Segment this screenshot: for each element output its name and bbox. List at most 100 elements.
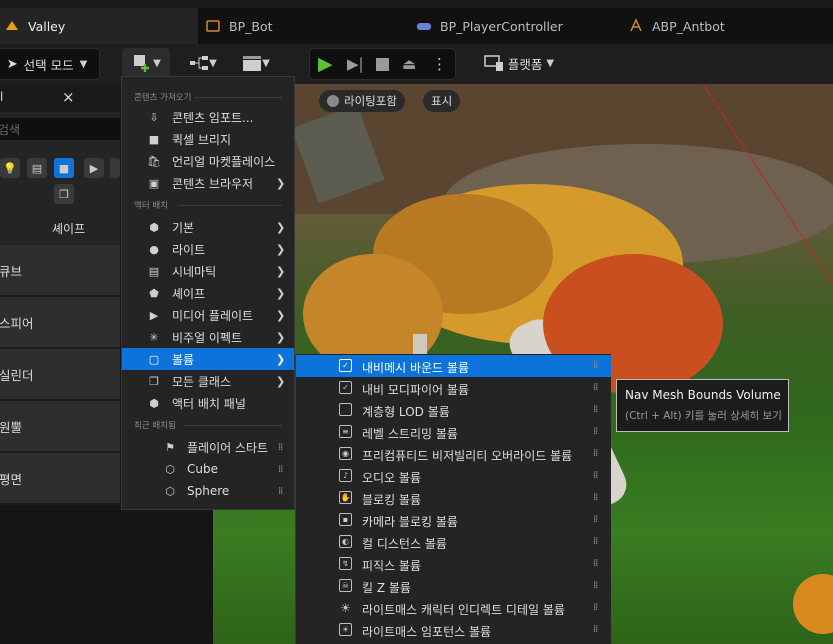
menu-item-cinematic[interactable]: ▤ 시네마틱 ❯ [122,260,294,282]
drag-handle-icon[interactable]: ⁞⁞ [593,382,598,393]
menu-item-label: 계층형 LOD 볼륨 [362,405,450,419]
list-item[interactable]: 스피어 [0,297,120,349]
drag-handle-icon[interactable]: ⁞⁞ [593,426,598,437]
menu-item-hlod-volume[interactable]: 계층형 LOD 볼륨 ⁞⁞ [296,399,611,421]
clapperboard-icon [243,56,262,71]
advance-frame-icon[interactable]: ▶| [347,55,364,73]
close-icon[interactable]: × [62,88,75,106]
menu-item-place-actors-panel[interactable]: ⬢ 액터 배치 패널 [122,392,294,414]
menu-item-sphere[interactable]: ⬡ Sphere ⁞⁞ [122,480,294,502]
quick-add-button[interactable]: ▼ [122,48,170,78]
all-classes-icon[interactable]: ❐ [54,184,74,204]
cinematics-dropdown[interactable]: ▼ [236,48,276,78]
chevron-down-icon: ▼ [153,57,161,69]
menu-item-media-plate[interactable]: ▶ 미디어 플레이트 ❯ [122,304,294,326]
menu-item-nav-modifier-volume[interactable]: ✓ 내비 모디파이어 볼륨 ⁞⁞ [296,377,611,399]
drag-handle-icon[interactable]: ⁞⁞ [593,360,598,371]
menu-item-kill-z-volume[interactable]: ☠ 킬 Z 볼륨 ⁞⁞ [296,575,611,597]
lighting-mode-button[interactable]: 라이팅포함 [319,90,405,112]
menu-item-label: 콘텐츠 임포트... [172,110,254,125]
menu-item-visual-effects[interactable]: ✳ 비주얼 이펙트 ❯ [122,326,294,348]
tab-abp-antbot[interactable]: ABP_Antbot [628,8,828,44]
tab-valley[interactable]: Valley [0,8,198,44]
drag-handle-icon[interactable]: ⁞⁞ [593,492,598,503]
document-tab-bar: Valley BP_Bot BP_PlayerController ABP_An… [0,8,833,44]
section-header: 콘텐츠 가져오기 [134,93,192,103]
menu-item-audio-volume[interactable]: ♪ 오디오 볼륨 ⁞⁞ [296,465,611,487]
menu-item-camera-blocking-volume[interactable]: ▪ 카메라 블로킹 볼륨 ⁞⁞ [296,509,611,531]
drag-handle-icon[interactable]: ⁞⁞ [593,602,598,613]
list-item[interactable]: 큐브 [0,245,120,297]
menu-item-label: 라이트매스 캐릭터 인디렉트 디테일 볼륨 [362,603,565,617]
divider [194,97,282,98]
place-actors-panel: l × 검색 💡 ▤ ■ ▶ ❐ 셰이프 큐브 스피어 실린더 원뿔 평면 [0,84,120,505]
drag-handle-icon[interactable]: ⁞⁞ [278,442,283,453]
drag-handle-icon[interactable]: ⁞⁞ [278,464,283,475]
show-button[interactable]: 표시 [423,90,461,112]
physics-volume-icon: ↯ [339,557,352,570]
play-icon[interactable]: ▶ [318,53,333,75]
menu-item-basic[interactable]: ⬢ 기본 ❯ [122,216,294,238]
menu-item-cull-distance-volume[interactable]: ◐ 컬 디스턴스 볼륨 ⁞⁞ [296,531,611,553]
clapperboard-icon[interactable]: ▤ [27,158,47,178]
media-plate-icon[interactable]: ▶ [84,158,104,178]
hlod-volume-icon [339,403,352,416]
platforms-icon [484,55,503,71]
quick-add-menu: 콘텐츠 가져오기 ⇩ 콘텐츠 임포트... ■ 퀵셀 브리지 🛍 언리얼 마켓플… [121,76,295,510]
level-streaming-volume-icon: ≡ [339,425,352,438]
menu-bar [0,0,833,8]
drag-handle-icon[interactable]: ⁞⁞ [593,448,598,459]
drag-handle-icon[interactable]: ⁞⁞ [593,580,598,591]
menu-item-quixel-bridge[interactable]: ■ 퀵셀 브리지 [122,128,294,150]
menu-item-shapes[interactable]: ⬟ 셰이프 ❯ [122,282,294,304]
drag-handle-icon[interactable]: ⁞⁞ [593,536,598,547]
select-mode-dropdown[interactable]: ➤ 선택 모드 ▼ [0,48,100,80]
menu-item-lightmass-importance-volume[interactable]: ☀ 라이트매스 임포턴스 볼륨 ⁞⁞ [296,619,611,641]
menu-item-precomputed-visibility-override-volume[interactable]: ◉ 프리컴퓨티드 비저빌리티 오버라이드 볼륨 ⁞⁞ [296,443,611,465]
menu-item-physics-volume[interactable]: ↯ 피직스 볼륨 ⁞⁞ [296,553,611,575]
shape-cube-icon[interactable]: ■ [54,158,74,178]
menu-item-all-classes[interactable]: ❐ 모든 클래스 ❯ [122,370,294,392]
sun-icon: ☀ [340,600,351,615]
light-bulb-icon[interactable]: 💡 [0,158,20,178]
menu-item-blocking-volume[interactable]: ✋ 블로킹 볼륨 ⁞⁞ [296,487,611,509]
menu-item-import-content[interactable]: ⇩ 콘텐츠 임포트... [122,106,294,128]
menu-item-cube[interactable]: ⬡ Cube ⁞⁞ [122,458,294,480]
menu-item-volumes[interactable]: ▢ 볼륨 ❯ [122,348,294,370]
menu-item-label: 시네마틱 [172,264,217,279]
volume-icon: ▢ [148,352,160,366]
kill-z-volume-icon: ☠ [339,579,352,592]
drag-handle-icon[interactable]: ⁞⁞ [593,624,598,635]
chevron-down-icon: ▼ [546,57,555,69]
select-mode-label: 선택 모드 [23,57,74,73]
menu-item-lightmass-character-indirect-detail-volume[interactable]: ☀ 라이트매스 캐릭터 인디렉트 디테일 볼륨 ⁞⁞ [296,597,611,619]
list-item[interactable]: 원뿔 [0,401,120,453]
menu-item-lights[interactable]: ● 라이트 ❯ [122,238,294,260]
unreal-logo-icon [6,21,18,30]
menu-item-content-browser[interactable]: ▣ 콘텐츠 브라우저 ❯ [122,172,294,194]
menu-item-marketplace[interactable]: 🛍 언리얼 마켓플레이스 [122,150,294,172]
more-options-icon[interactable]: ⋮ [432,55,447,73]
platforms-dropdown[interactable]: 플랫폼 ▼ [478,48,560,78]
divider [184,425,282,426]
drag-handle-icon[interactable]: ⁞⁞ [593,514,598,525]
list-item[interactable]: 평면 [0,453,120,505]
tab-bp-playercontroller[interactable]: BP_PlayerController [416,8,616,44]
menu-item-label: 기본 [172,220,195,235]
menu-item-level-streaming-volume[interactable]: ≡ 레벨 스트리밍 볼륨 ⁞⁞ [296,421,611,443]
eject-icon[interactable]: ⏏ [402,55,416,73]
drag-handle-icon[interactable]: ⁞⁞ [593,404,598,415]
drag-handle-icon[interactable]: ⁞⁞ [278,486,283,497]
drag-handle-icon[interactable]: ⁞⁞ [593,470,598,481]
lighting-sphere-icon [327,95,339,107]
tab-bp-bot[interactable]: BP_Bot [205,8,395,44]
menu-item-nav-mesh-bounds-volume[interactable]: ✓ 내비메시 바운드 볼륨 ⁞⁞ [296,355,611,377]
list-item[interactable]: 실린더 [0,349,120,401]
menu-item-player-start[interactable]: ⚑ 플레이어 스타트 ⁞⁞ [122,436,294,458]
visual-effects-icon[interactable] [110,158,120,178]
blueprint-dropdown[interactable]: ▼ [180,48,226,78]
search-input[interactable]: 검색 [0,118,120,140]
stop-icon[interactable] [376,57,389,71]
drag-handle-icon[interactable]: ⁞⁞ [593,558,598,569]
divider [178,205,282,206]
